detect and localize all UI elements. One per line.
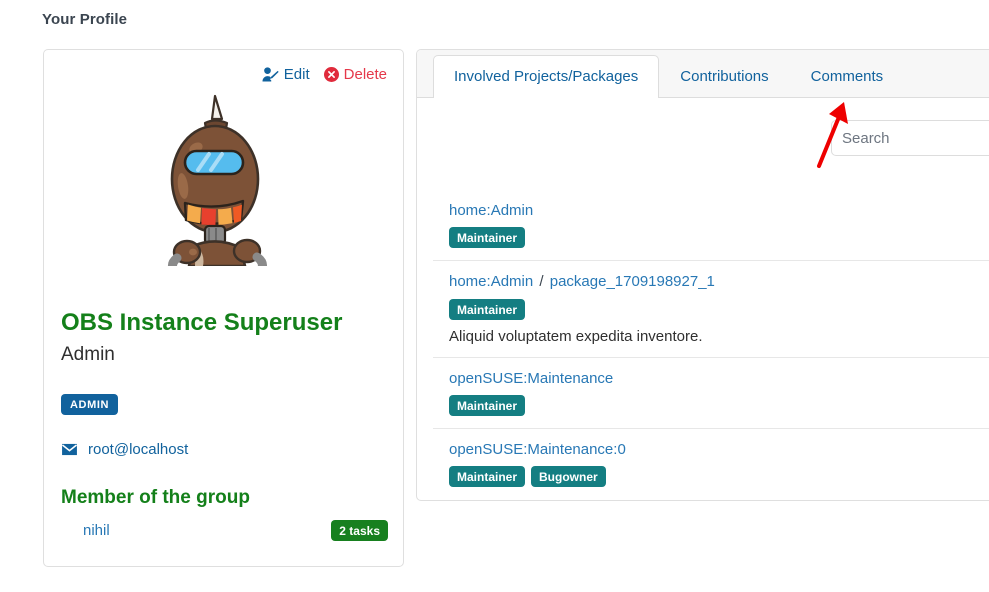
list-item: openSUSE:Maintenance:0 Maintainer Bugown…: [433, 428, 989, 499]
tab-bar: Involved Projects/Packages Contributions…: [417, 50, 989, 98]
tab-involved-projects-packages[interactable]: Involved Projects/Packages: [433, 55, 659, 98]
robot-avatar-icon: [163, 94, 285, 266]
search-input[interactable]: [831, 120, 989, 156]
project-link[interactable]: home:Admin: [449, 202, 533, 219]
item-title: home:Admin: [449, 201, 989, 221]
role-badge: Maintainer: [449, 466, 525, 487]
role-badges: Maintainer: [449, 227, 989, 248]
delete-circle-icon: [324, 67, 339, 82]
role-badges: Maintainer: [449, 395, 989, 416]
profile-login: Admin: [61, 344, 115, 366]
list-item: openSUSE:Maintenance Maintainer: [433, 357, 989, 428]
list-item: home:Admin / package_1709198927_1 Mainta…: [433, 260, 989, 356]
involved-list: home:Admin Maintainer home:Admin / packa…: [433, 190, 989, 499]
project-link[interactable]: home:Admin: [449, 273, 533, 290]
tab-contributions[interactable]: Contributions: [659, 55, 789, 98]
profile-email-row: root@localhost: [61, 441, 188, 458]
path-separator: /: [537, 273, 545, 290]
avatar: [44, 94, 403, 266]
delete-profile-button[interactable]: Delete: [324, 66, 387, 83]
role-badge: Bugowner: [531, 466, 606, 487]
group-tasks-badge: 2 tasks: [331, 520, 388, 541]
profile-card: Edit Delete: [43, 49, 404, 567]
delete-profile-label: Delete: [344, 66, 387, 83]
item-title: openSUSE:Maintenance: [449, 369, 989, 389]
item-title: openSUSE:Maintenance:0: [449, 440, 989, 460]
profile-page: Your Profile Edit: [0, 0, 989, 592]
role-badges: Maintainer: [449, 299, 989, 320]
search-field-wrapper: [831, 120, 989, 156]
tab-label: Contributions: [680, 68, 768, 85]
group-list-item: nihil 2 tasks: [61, 520, 388, 541]
involved-panel: Involved Projects/Packages Contributions…: [416, 49, 989, 501]
role-badge: Maintainer: [449, 227, 525, 248]
tab-label: Involved Projects/Packages: [454, 68, 638, 85]
package-link[interactable]: package_1709198927_1: [550, 273, 715, 290]
tab-comments[interactable]: Comments: [790, 55, 905, 98]
envelope-icon: [61, 443, 78, 456]
role-badge: Maintainer: [449, 395, 525, 416]
item-description: Aliquid voluptatem expedita inventore.: [449, 328, 989, 345]
item-title: home:Admin / package_1709198927_1: [449, 272, 989, 292]
group-heading: Member of the group: [61, 487, 250, 509]
role-badges: Maintainer Bugowner: [449, 466, 989, 487]
page-title: Your Profile: [42, 11, 127, 28]
edit-profile-label: Edit: [284, 66, 310, 83]
status-badge-admin: ADMIN: [61, 394, 118, 415]
tab-label: Comments: [811, 68, 884, 85]
edit-profile-button[interactable]: Edit: [262, 66, 310, 83]
list-item: home:Admin Maintainer: [433, 190, 989, 260]
profile-card-actions: Edit Delete: [262, 66, 387, 83]
user-edit-icon: [262, 67, 279, 82]
profile-realname: OBS Instance Superuser: [61, 309, 342, 337]
project-link[interactable]: openSUSE:Maintenance:0: [449, 441, 626, 458]
project-link[interactable]: openSUSE:Maintenance: [449, 370, 613, 387]
role-badge: Maintainer: [449, 299, 525, 320]
group-link[interactable]: nihil: [83, 522, 110, 539]
profile-email-link[interactable]: root@localhost: [88, 441, 188, 458]
